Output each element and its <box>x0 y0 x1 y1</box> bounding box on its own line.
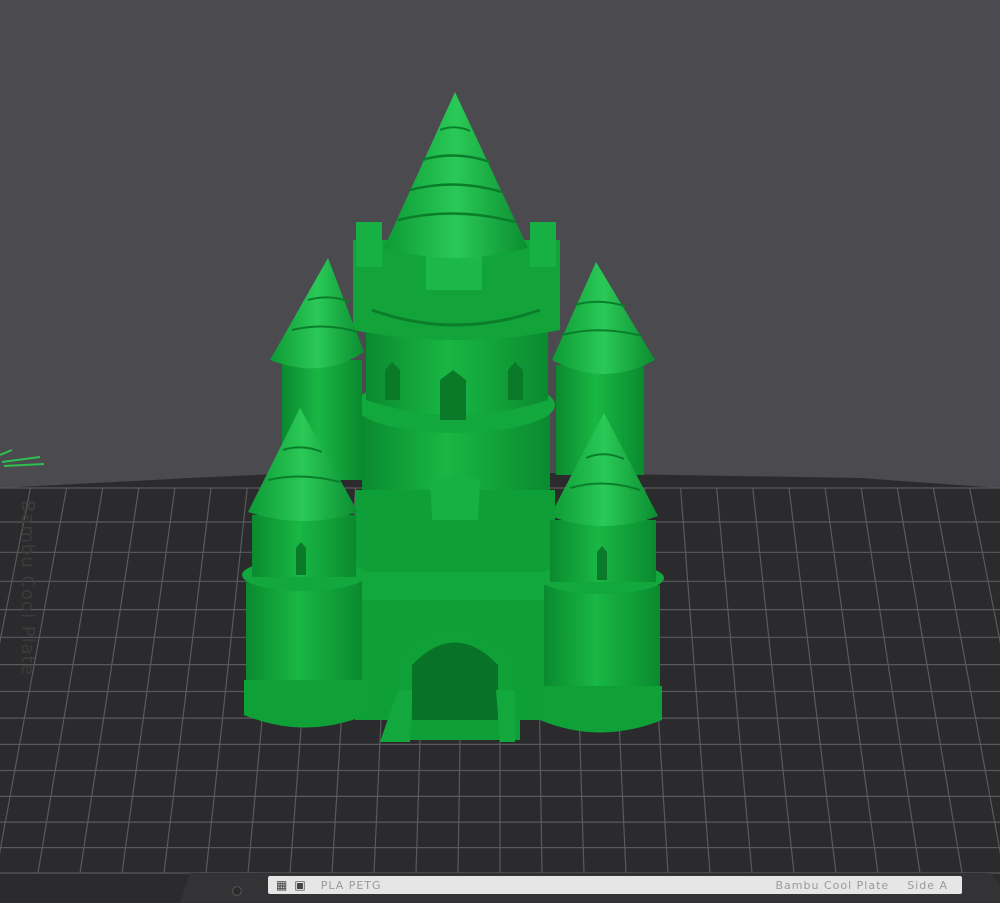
3d-viewport[interactable]: Bambu Cool Plate ▦ ▣ PLA PETG Bambu Cool… <box>0 0 1000 903</box>
plate-icon: ▣ <box>294 878 307 892</box>
plate-brand-text: Bambu Cool Plate <box>17 500 38 676</box>
plate-material-text: PLA PETG <box>320 878 382 892</box>
plate-type-text: Bambu Cool Plate <box>775 878 890 892</box>
central-tower <box>353 222 560 510</box>
plate-screw <box>232 886 242 896</box>
plate-side-text: Side A <box>907 878 948 892</box>
scene-canvas[interactable] <box>0 0 1000 903</box>
castle-model[interactable] <box>242 92 664 742</box>
central-spire <box>384 92 528 258</box>
gatehouse <box>355 474 555 742</box>
axis-gizmo[interactable] <box>0 449 45 467</box>
grid-icon: ▦ <box>276 878 289 892</box>
plate-label-strip: ▦ ▣ PLA PETG Bambu Cool Plate Side A <box>268 876 962 894</box>
